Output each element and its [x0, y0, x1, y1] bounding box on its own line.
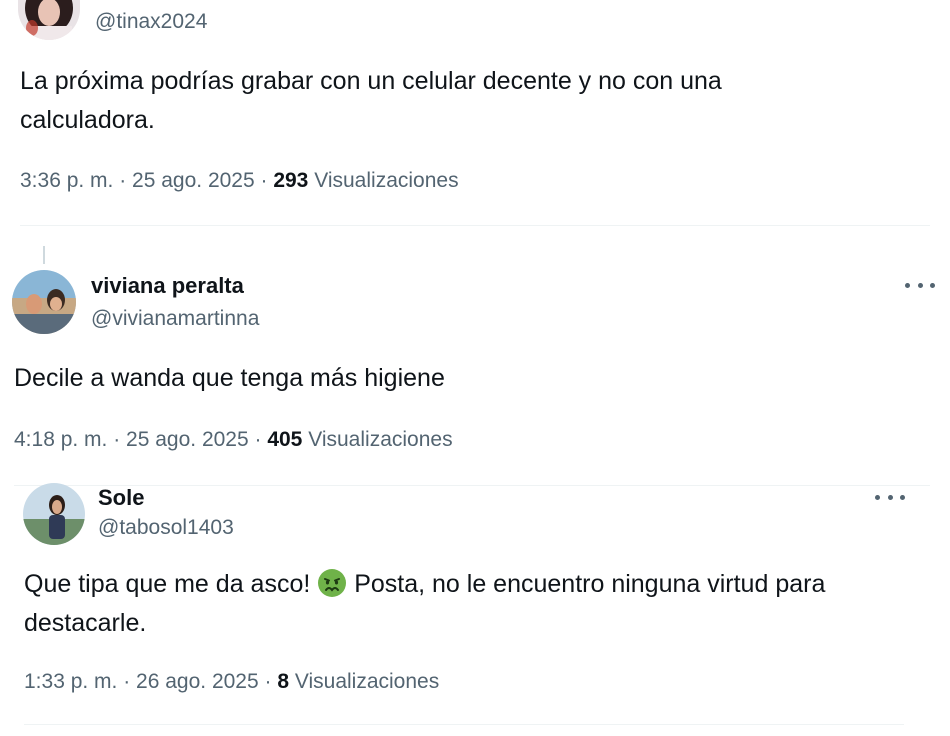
avatar[interactable]	[12, 270, 76, 334]
views-count: 8	[277, 670, 290, 693]
thread-line	[43, 246, 45, 264]
tweet-text: La próxima podrías grabar con un celular…	[20, 67, 722, 134]
nauseated-face-icon	[317, 568, 347, 598]
tweet-meta: 4:18 p. m. · 25 ago. 2025 · 405 Visualiz…	[14, 428, 453, 452]
views-count: 405	[267, 428, 303, 451]
avatar[interactable]	[18, 0, 80, 40]
divider	[20, 225, 930, 226]
author-name[interactable]: viviana peralta	[91, 273, 244, 299]
author-handle[interactable]: @tabosol1403	[98, 516, 234, 540]
avatar-photo	[12, 270, 76, 334]
tweet-text: Que tipa que me da asco! Posta, no le en…	[24, 565, 924, 643]
author-handle[interactable]: @vivianamartinna	[91, 307, 259, 331]
avatar-photo	[23, 483, 85, 545]
author-name[interactable]: Sole	[98, 485, 144, 511]
tweet-meta: 3:36 p. m. · 25 ago. 2025 · 293 Visualiz…	[20, 169, 459, 193]
timestamp[interactable]: 3:36 p. m. · 25 ago. 2025 ·	[20, 169, 273, 192]
timestamp[interactable]: 4:18 p. m. · 25 ago. 2025 ·	[14, 428, 267, 451]
reply-thread: @tinax2024 La próxima podrías grabar con…	[0, 0, 950, 736]
divider	[24, 724, 904, 725]
author-handle[interactable]: @tinax2024	[95, 10, 207, 34]
timestamp[interactable]: 1:33 p. m. · 26 ago. 2025 ·	[24, 670, 277, 693]
avatar[interactable]	[23, 483, 85, 545]
divider	[14, 485, 930, 486]
views-label: Visualizaciones	[289, 670, 440, 693]
more-options-icon[interactable]	[905, 275, 935, 295]
avatar-photo	[18, 0, 80, 40]
views-label: Visualizaciones	[302, 428, 453, 451]
tweet-text: Decile a wanda que tenga más higiene	[14, 364, 445, 392]
tweet-meta: 1:33 p. m. · 26 ago. 2025 · 8 Visualizac…	[24, 670, 439, 694]
more-options-icon[interactable]	[875, 487, 905, 507]
views-count: 293	[273, 169, 309, 192]
views-label: Visualizaciones	[308, 169, 459, 192]
tweet-text-part: Que tipa que me da asco!	[24, 570, 318, 598]
